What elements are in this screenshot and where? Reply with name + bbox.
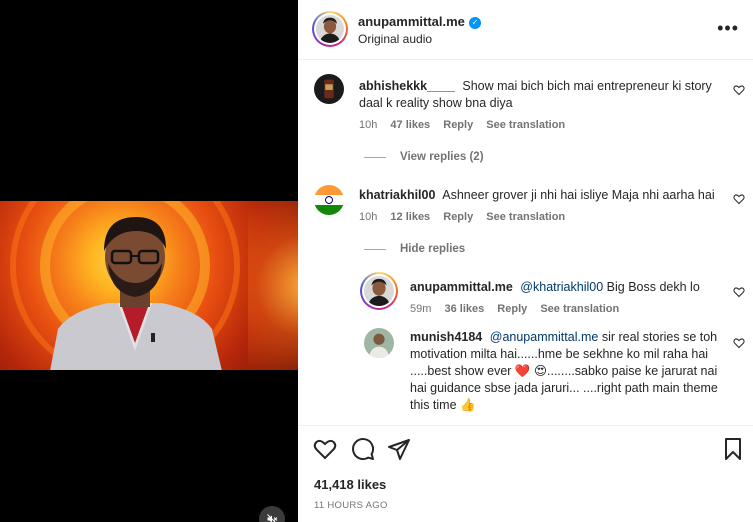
like-comment-heart-icon[interactable] xyxy=(733,84,745,96)
reply-username[interactable]: anupammittal.me xyxy=(410,280,513,294)
stage-glow xyxy=(248,201,298,370)
reply-author-avatar[interactable] xyxy=(364,328,394,358)
reply-age: 59m xyxy=(410,303,432,315)
post-panel: anupammittal.me ✓ Original audio ••• abhi… xyxy=(298,0,753,522)
comment-age: 10h xyxy=(359,119,378,131)
reply-body: munish4184 @anupammittal.me sir real sto… xyxy=(410,329,720,414)
comment-username[interactable]: khatriakhil00 xyxy=(359,188,435,202)
post-timestamp: 11 HOURS AGO xyxy=(314,500,388,511)
comment-meta: 10h 12 likes Reply See translation xyxy=(359,211,575,223)
share-icon[interactable] xyxy=(387,437,411,461)
reel-video-pane[interactable] xyxy=(0,0,298,522)
view-replies-toggle[interactable]: View replies (2) xyxy=(364,151,484,163)
verified-badge-icon: ✓ xyxy=(468,17,481,29)
replies-divider xyxy=(364,156,386,158)
bookmark-icon[interactable] xyxy=(721,437,745,461)
comment-text: Ashneer grover ji nhi hai isliye Maja nh… xyxy=(442,188,715,202)
commenter-avatar[interactable] xyxy=(314,185,344,215)
heart-emoji: ❤️ xyxy=(514,364,531,378)
reply-button[interactable]: Reply xyxy=(443,119,473,131)
video-frame[interactable] xyxy=(0,201,298,370)
comment-icon[interactable] xyxy=(351,437,375,461)
see-translation-link[interactable]: See translation xyxy=(540,303,619,315)
comment-meta: 10h 47 likes Reply See translation xyxy=(359,119,575,131)
like-comment-heart-icon[interactable] xyxy=(733,337,745,349)
comment-body: abhishekkk____ Show mai bich bich mai en… xyxy=(359,78,719,112)
more-options-icon[interactable]: ••• xyxy=(717,18,739,39)
reply-button[interactable]: Reply xyxy=(497,303,527,315)
comment-body: khatriakhil00 Ashneer grover ji nhi hai … xyxy=(359,187,729,204)
author-username[interactable]: anupammittal.me xyxy=(358,14,465,29)
heart-icon[interactable] xyxy=(313,437,337,461)
post-actions: 41,418 likes 11 HOURS AGO xyxy=(298,425,753,522)
india-flag-icon xyxy=(314,185,344,215)
reply-likes[interactable]: 36 likes xyxy=(444,303,484,315)
muted-speaker-icon[interactable] xyxy=(259,506,285,522)
comment-username[interactable]: abhishekkk____ xyxy=(359,79,455,93)
replies-divider xyxy=(364,248,386,250)
likes-count[interactable]: 41,418 likes xyxy=(314,477,386,492)
see-translation-link[interactable]: See translation xyxy=(486,211,565,223)
reply-text: Big Boss dekh lo xyxy=(606,280,700,294)
like-comment-heart-icon[interactable] xyxy=(733,193,745,205)
comment-likes[interactable]: 47 likes xyxy=(390,119,430,131)
like-comment-heart-icon[interactable] xyxy=(733,286,745,298)
hide-replies-toggle[interactable]: Hide replies xyxy=(364,243,465,255)
see-translation-link[interactable]: See translation xyxy=(486,119,565,131)
reply-meta: 59m 36 likes Reply See translation xyxy=(410,303,629,315)
comment-likes[interactable]: 12 likes xyxy=(390,211,430,223)
heart-eyes-emoji: 😍 xyxy=(533,364,548,378)
reply-author-avatar[interactable] xyxy=(360,272,398,310)
reply-username[interactable]: munish4184 xyxy=(410,330,482,344)
reply-mention[interactable]: @khatriakhil00 xyxy=(520,280,603,294)
reply-mention[interactable]: @anupammittal.me xyxy=(490,330,599,344)
author-avatar[interactable] xyxy=(312,11,348,47)
hide-replies-label[interactable]: Hide replies xyxy=(400,243,465,255)
presenter-figure xyxy=(50,217,222,370)
commenter-avatar[interactable] xyxy=(314,74,344,104)
reply-body: anupammittal.me @khatriakhil00 Big Boss … xyxy=(410,279,720,296)
view-replies-label[interactable]: View replies (2) xyxy=(400,151,484,163)
comments-list[interactable]: abhishekkk____ Show mai bich bich mai en… xyxy=(298,61,753,425)
audio-link[interactable]: Original audio xyxy=(358,32,432,46)
thumbs-up-emoji: 👍 xyxy=(460,398,476,412)
post-header: anupammittal.me ✓ Original audio ••• xyxy=(298,0,753,60)
reply-button[interactable]: Reply xyxy=(443,211,473,223)
comment-age: 10h xyxy=(359,211,378,223)
